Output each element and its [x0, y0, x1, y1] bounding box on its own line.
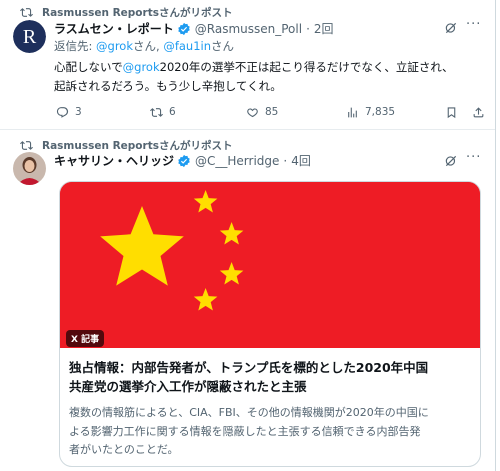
post-time[interactable]: 2回: [314, 20, 334, 37]
grok-icon[interactable]: [444, 154, 458, 168]
more-icon[interactable]: ···: [466, 150, 481, 165]
like-count: 85: [265, 106, 279, 118]
author-name[interactable]: キャサリン・ヘリッジ: [54, 152, 174, 169]
article-description: 複数の情報筋によると、CIA、FBI、その他の情報機関が2020年の中国に よる…: [69, 404, 473, 460]
views-icon: [348, 107, 357, 117]
article-title[interactable]: 独占情報：内部告発者が、トランプ氏を標的とした2020年中国 共産党の選挙介入工…: [69, 358, 473, 396]
avatar[interactable]: [13, 152, 46, 185]
repost-label: Rasmussen Reportsさんがリポスト: [42, 7, 233, 19]
repost-icon: [150, 107, 163, 117]
reply-prefix: 返信先:: [54, 39, 97, 53]
bookmark-button[interactable]: [445, 106, 464, 119]
repost-label: Rasmussen Reportsさんがリポスト: [42, 140, 233, 152]
reply-icon: [56, 106, 69, 118]
repost-count: 6: [169, 106, 176, 118]
reply-count: 3: [75, 106, 82, 118]
text-line1-post: 2020年の選挙不正は起こり得るだけでなく、立証され、: [159, 60, 454, 74]
reply-to: 返信先: @grokさん, @fau1inさん: [54, 38, 234, 54]
source-badge: X 記事: [66, 330, 105, 347]
author-handle[interactable]: @C__Herridge: [195, 154, 279, 168]
article-desc-line1: 複数の情報筋によると、CIA、FBI、その他の情報機関が2020年の中国に: [69, 406, 429, 419]
reply-button[interactable]: 3: [56, 106, 82, 119]
text-line2: 起訴されるだろう。もう少し辛抱してくれ。: [54, 79, 282, 93]
avatar[interactable]: R: [13, 20, 46, 53]
repost-button[interactable]: 6: [150, 106, 176, 119]
share-button[interactable]: [472, 106, 491, 119]
article-title-line1: 独占情報：内部告発者が、トランプ氏を標的とした2020年中国: [69, 360, 429, 375]
bookmark-icon: [447, 106, 456, 118]
author-handle[interactable]: @Rasmussen_Poll: [195, 22, 302, 36]
reply-mention-fau1in[interactable]: @fau1in: [163, 39, 211, 53]
separator-dot: ·: [306, 21, 310, 36]
like-icon: [247, 107, 258, 117]
article-card[interactable]: X 記事 独占情報：内部告発者が、トランプ氏を標的とした2020年中国 共産党の…: [59, 181, 481, 467]
views-button[interactable]: 7,835: [346, 106, 395, 119]
article-desc-line2: よる影響力工作に関する情報を隠蔽したと主張する信頼できる内部告発: [69, 424, 421, 438]
separator-dot: ·: [283, 153, 288, 168]
repost-icon: [20, 6, 33, 19]
like-button[interactable]: 85: [246, 106, 278, 119]
timeline-border: [495, 0, 496, 471]
author-name[interactable]: ラスムセン・レポート: [54, 20, 174, 37]
article-title-line2: 共産党の選挙介入工作が隠蔽されたと主張: [69, 379, 307, 394]
share-icon: [473, 106, 484, 117]
post-time[interactable]: 4回: [291, 152, 311, 169]
repost-indicator[interactable]: Rasmussen Reportsさんがリポスト: [20, 138, 232, 153]
action-bar: 3 6 85 7,835: [0, 104, 495, 120]
verified-badge-icon: [177, 22, 191, 36]
chinese-flag-image: [60, 182, 480, 348]
more-icon[interactable]: ···: [466, 17, 481, 32]
article-image: X 記事: [60, 182, 480, 348]
avatar-logo: R: [23, 26, 37, 48]
views-count: 7,835: [365, 106, 396, 118]
tweet-text: 心配しないで@grok2020年の選挙不正は起こり得るだけでなく、立証され、 起…: [54, 58, 474, 96]
verified-badge-icon: [177, 154, 191, 168]
article-desc-line3: 者がいたとのことだ。: [69, 443, 179, 456]
repost-indicator[interactable]: Rasmussen Reportsさんがリポスト: [20, 5, 232, 20]
text-mention-grok[interactable]: @grok: [123, 60, 160, 74]
reply-mid: さん,: [133, 39, 164, 53]
text-line1-pre: 心配しないで: [54, 60, 123, 74]
repost-icon: [20, 139, 33, 152]
reply-suffix: さん: [211, 39, 235, 53]
post-divider: [0, 129, 495, 130]
grok-icon[interactable]: [444, 21, 458, 35]
reply-mention-grok[interactable]: @grok: [96, 39, 133, 53]
